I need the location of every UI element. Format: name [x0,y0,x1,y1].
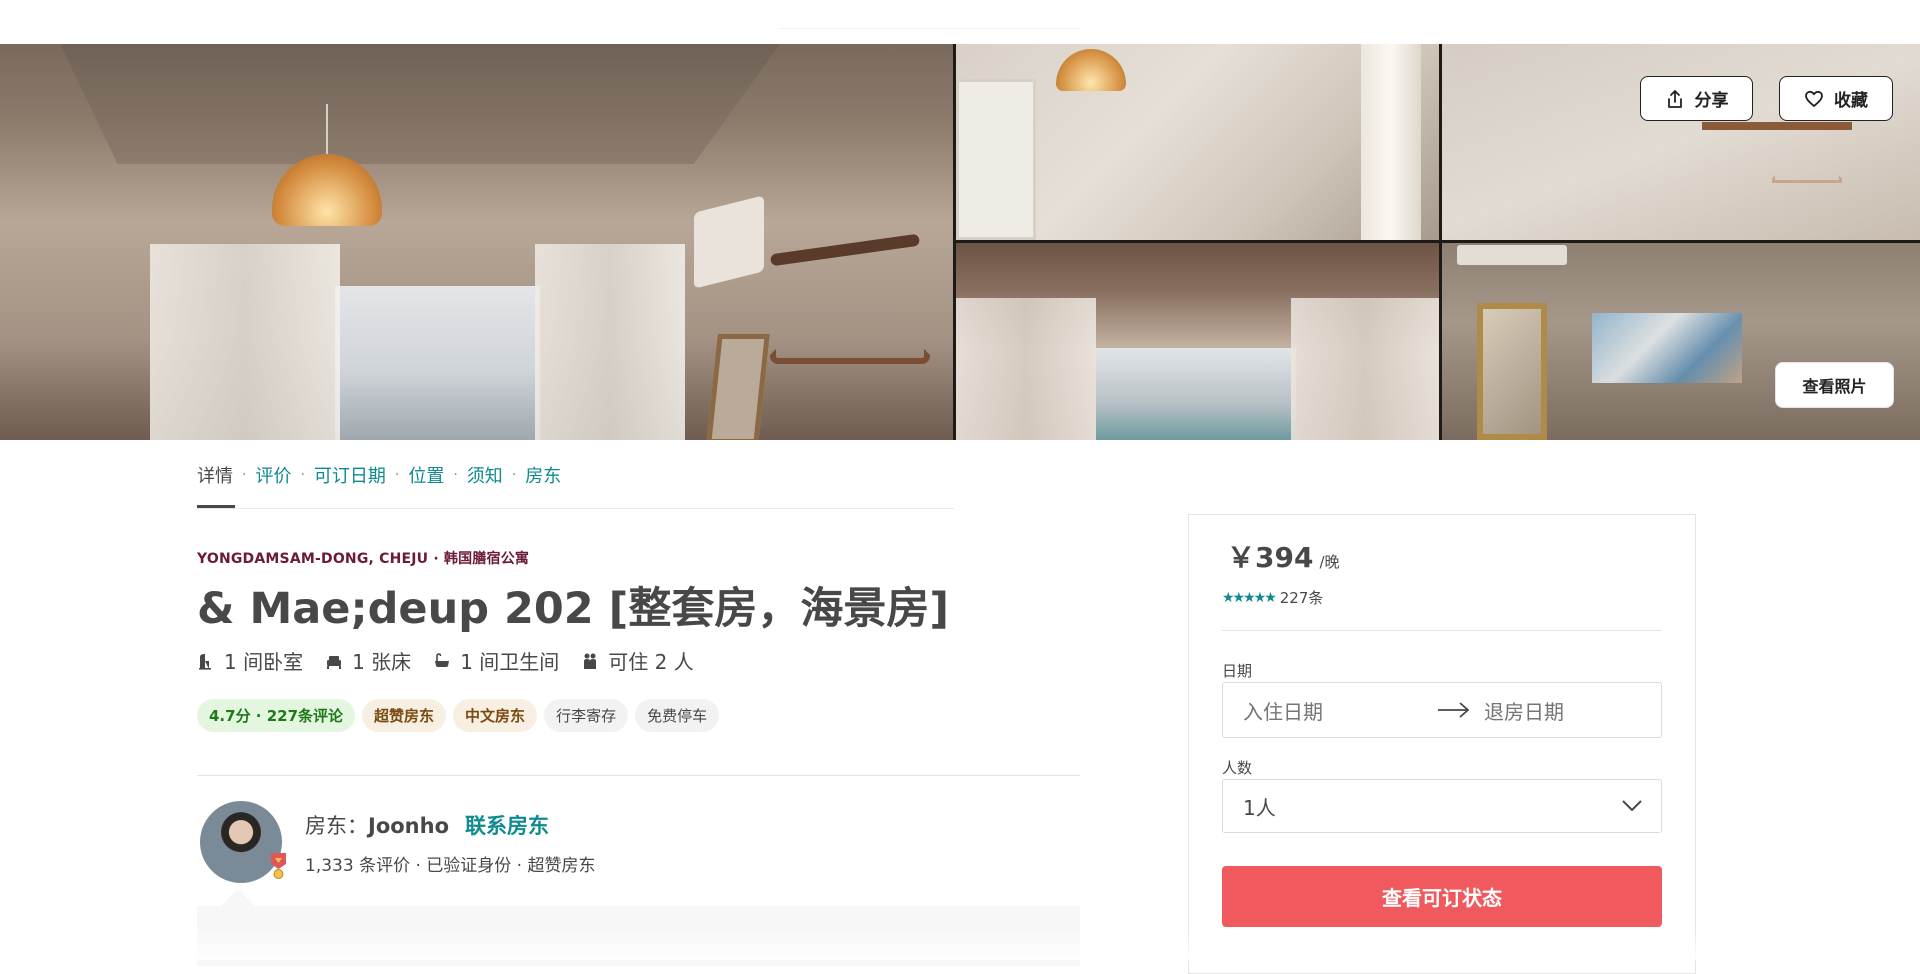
fact-label: 1 间卧室 [224,650,304,674]
save-button[interactable]: 收藏 [1779,76,1893,121]
contact-host-link[interactable]: 联系房东 [465,810,549,840]
photo-thumbnail[interactable] [956,44,1439,240]
host-prefix: 房东： [305,814,368,838]
tab-location[interactable]: 位置 [408,462,444,488]
host-heading: 房东：Joonho 联系房东 [305,810,549,840]
nav-separator: · [394,467,400,483]
top-bar [0,0,1920,44]
price-value: ￥394 [1227,541,1314,574]
photo-door [956,79,1036,240]
superhost-badge-icon [271,853,286,879]
bottom-fade [0,928,1920,960]
photo-lamp [272,154,382,226]
fact-label: 1 张床 [352,650,412,674]
photo-window [335,286,540,440]
photo-curtain [956,298,1096,440]
checkin-input[interactable]: 入住日期 [1243,696,1428,725]
heart-icon [1805,90,1823,107]
photo-gallery [0,44,1920,440]
photo-thumbnail[interactable] [1442,44,1920,240]
photo-curtain [150,244,340,440]
save-label: 收藏 [1834,91,1868,111]
tab-host[interactable]: 房东 [525,462,561,488]
photo-mirror [1477,303,1547,440]
arrow-right-icon [1438,702,1470,718]
tab-details[interactable]: 详情 [197,462,233,488]
price-per-night: ￥394 /晚 [1227,536,1340,576]
dates-label: 日期 [1222,662,1253,680]
nav-separator: · [511,467,517,483]
active-tab-indicator [197,505,235,508]
photo-curtain [1361,44,1421,240]
view-photos-button[interactable]: 查看照片 [1775,362,1894,408]
chinese-host-tag: 中文房东 [453,699,538,732]
photo-window [1096,348,1296,440]
section-nav-divider [197,508,954,509]
photo-ceiling [60,44,780,164]
price-unit: /晚 [1319,553,1340,571]
bedroom-icon [199,653,211,670]
review-count: 227条 [1279,589,1324,607]
check-availability-button[interactable]: 查看可订状态 [1222,866,1662,927]
guests-label: 人数 [1222,759,1253,777]
photo-curtain [535,244,685,440]
photo-lamp-cord [326,104,328,156]
tab-availability[interactable]: 可订日期 [314,462,386,488]
booking-rating[interactable]: ★★★★★ 227条 [1222,587,1323,608]
main-photo[interactable] [0,44,953,440]
photo-hanger [770,274,930,364]
free-parking-tag: 免费停车 [635,699,720,732]
host-subtitle: 1,333 条评价 · 已验证身份 · 超赞房东 [305,856,596,876]
nav-separator: · [242,467,247,483]
bathtub-icon [435,652,450,667]
listing-title: & Mae;deup 202 [整套房，海景房] [197,584,949,634]
guests-select[interactable]: 1人 [1222,779,1662,833]
section-nav: 详情 · 评价 · 可订日期 · 位置 · 须知 · 房东 [197,462,561,488]
guests-value: 1人 [1243,795,1276,820]
luggage-storage-tag: 行李寄存 [544,699,629,732]
listing-tags: 4.7分 · 227条评论 超赞房东 中文房东 行李寄存 免费停车 [197,699,720,732]
photo-clothes-rod [769,233,921,267]
photo-air-conditioner [694,195,764,289]
fact-label: 可住 2 人 [608,650,694,674]
photo-projection [1592,313,1742,383]
photo-thumbnail[interactable] [1442,243,1920,440]
star-rating-icon: ★★★★★ [1222,589,1277,606]
photo-air-conditioner [1457,245,1567,265]
fact-beds: 1 张床 [325,646,411,675]
share-label: 分享 [1694,91,1729,111]
booking-divider [1222,630,1662,631]
nav-separator: · [300,467,305,483]
host-name-line: 房东：Joonho [305,810,449,840]
photo-hanger [1772,139,1842,183]
fact-bedrooms: 1 间卧室 [197,646,303,675]
tab-reviews[interactable]: 评价 [255,462,291,488]
checkout-input[interactable]: 退房日期 [1484,696,1564,725]
bed-icon [327,655,342,669]
guests-icon [584,653,597,669]
fact-guests: 可住 2 人 [581,646,694,675]
nav-separator: · [453,467,458,483]
photo-lamp [1056,49,1126,91]
section-divider [197,775,1080,776]
chevron-down-icon [1622,800,1642,812]
host-name: Joonho [368,814,449,838]
share-icon [1667,89,1682,108]
fact-label: 1 间卫生间 [460,650,560,674]
tab-house-rules[interactable]: 须知 [467,462,503,488]
listing-location: YONGDAMSAM-DONG, CHEJU · 韩国膳宿公寓 [197,551,530,567]
top-bar-divider [780,28,1080,29]
photo-shelf [1702,122,1852,130]
fact-bathrooms: 1 间卫生间 [433,646,559,675]
date-range-picker: 入住日期 退房日期 [1222,682,1662,738]
share-button[interactable]: 分享 [1640,76,1753,121]
photo-curtain [1291,298,1439,440]
photo-mirror [706,334,770,440]
photo-thumbnail[interactable] [956,243,1439,440]
listing-facts: 1 间卧室 1 张床 1 间卫生间 可住 2 人 [197,646,694,675]
superhost-tag: 超赞房东 [362,699,447,732]
rating-tag[interactable]: 4.7分 · 227条评论 [197,699,356,732]
